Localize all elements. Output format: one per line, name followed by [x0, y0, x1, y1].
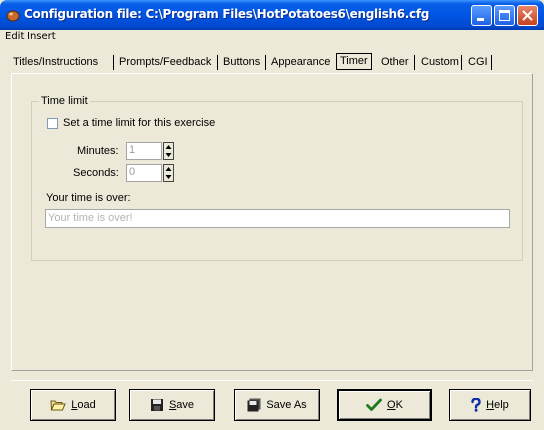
time-over-label: Your time is over: [46, 192, 131, 204]
group-title: Time limit [39, 95, 90, 107]
save-as-button-label: Save As [266, 399, 307, 411]
ok-button-label: OK [387, 399, 403, 411]
minimize-icon [477, 18, 484, 21]
minutes-label: Minutes: [77, 145, 119, 157]
tab-separator [113, 55, 114, 70]
minimize-button[interactable] [471, 5, 492, 26]
close-icon [522, 10, 533, 21]
folder-open-icon [50, 400, 66, 411]
tab-custom[interactable]: Custom [417, 52, 463, 72]
checkmark-icon [366, 398, 382, 411]
close-button[interactable] [517, 5, 538, 26]
title-bar[interactable]: Configuration file: C:\Program Files\Hot… [0, 0, 544, 30]
save-button-label: Save [168, 399, 195, 411]
tab-separator [265, 55, 266, 70]
tab-timer[interactable]: Timer [336, 53, 372, 70]
floppy-disk-multi-icon [247, 398, 261, 412]
tab-prompts-feedback[interactable]: Prompts/Feedback [115, 52, 215, 72]
time-over-input[interactable]: Your time is over! [45, 209, 510, 228]
tab-separator [414, 55, 415, 70]
load-button[interactable]: Load [30, 389, 116, 421]
spin-down-icon [165, 153, 172, 157]
spin-down-icon [165, 175, 172, 179]
seconds-label: Seconds: [73, 167, 119, 179]
question-mark-icon [471, 398, 481, 412]
tab-separator [461, 55, 462, 70]
save-as-button[interactable]: Save As [234, 389, 320, 421]
save-button[interactable]: Save [129, 389, 215, 421]
menu-edit[interactable]: Edit [5, 31, 24, 42]
maximize-button[interactable] [494, 5, 515, 26]
tab-appearance[interactable]: Appearance [267, 52, 334, 72]
seconds-input[interactable]: 0 [126, 164, 162, 182]
tab-titles-instructions[interactable]: Titles/Instructions [9, 52, 102, 72]
tab-cgi[interactable]: CGI [464, 52, 492, 72]
help-button[interactable]: Help [449, 389, 531, 421]
tab-separator [491, 55, 492, 70]
spin-up-icon [165, 167, 172, 171]
seconds-spinner[interactable] [163, 164, 174, 182]
time-limit-checkbox-label[interactable]: Set a time limit for this exercise [63, 117, 215, 129]
floppy-disk-icon [150, 399, 163, 411]
time-limit-checkbox[interactable] [47, 118, 58, 129]
tab-other[interactable]: Other [377, 52, 413, 72]
window-title: Configuration file: C:\Program Files\Hot… [24, 7, 430, 21]
load-button-label: Load [71, 399, 96, 411]
app-icon [6, 10, 20, 22]
menu-bar: Edit Insert [0, 30, 544, 46]
tab-separator [217, 55, 218, 70]
maximize-icon [499, 10, 510, 21]
minutes-spinner[interactable] [163, 142, 174, 160]
tab-buttons[interactable]: Buttons [219, 52, 264, 72]
minutes-input[interactable]: 1 [126, 142, 162, 160]
ok-button[interactable]: OK [337, 389, 432, 421]
help-button-label: Help [486, 399, 509, 411]
spin-up-icon [165, 145, 172, 149]
menu-insert[interactable]: Insert [27, 31, 56, 42]
